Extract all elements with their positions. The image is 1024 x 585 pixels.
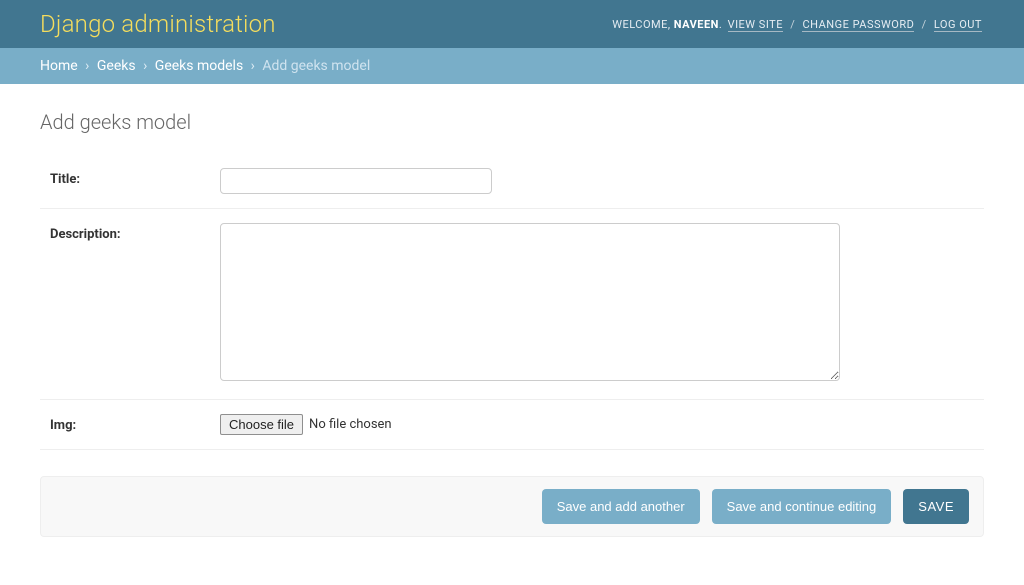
- description-field-wrap: [220, 223, 974, 385]
- branding-title: Django administration: [40, 10, 276, 38]
- add-form: Title: Description: Img: Choose file No …: [40, 154, 984, 537]
- user-links: WELCOME, NAVEEN. VIEW SITE / CHANGE PASS…: [612, 18, 984, 31]
- file-chooser: Choose file No file chosen: [220, 414, 392, 435]
- form-row-description: Description:: [40, 209, 984, 400]
- breadcrumb-sep: ›: [85, 58, 89, 74]
- form-row-img: Img: Choose file No file chosen: [40, 400, 984, 450]
- sep-slash-1: /: [787, 18, 799, 31]
- username: NAVEEN: [674, 18, 719, 31]
- breadcrumb-model[interactable]: Geeks models: [155, 58, 243, 74]
- change-password-link[interactable]: CHANGE PASSWORD: [802, 18, 914, 32]
- file-status: No file chosen: [309, 417, 392, 432]
- sep-dot: .: [719, 18, 726, 31]
- sep-slash-2: /: [918, 18, 930, 31]
- breadcrumb-app[interactable]: Geeks: [97, 58, 136, 74]
- breadcrumb: Home › Geeks › Geeks models › Add geeks …: [0, 48, 1024, 84]
- admin-header: Django administration WELCOME, NAVEEN. V…: [0, 0, 1024, 48]
- welcome-text: WELCOME,: [612, 18, 674, 31]
- title-label: Title:: [50, 168, 220, 187]
- img-field-wrap: Choose file No file chosen: [220, 414, 974, 435]
- log-out-link[interactable]: LOG OUT: [934, 18, 982, 32]
- save-button[interactable]: SAVE: [903, 489, 969, 524]
- title-input[interactable]: [220, 168, 492, 194]
- breadcrumb-sep: ›: [143, 58, 147, 74]
- save-add-another-button[interactable]: Save and add another: [542, 489, 700, 524]
- breadcrumb-current: Add geeks model: [262, 58, 370, 74]
- form-fieldset: Title: Description: Img: Choose file No …: [40, 154, 984, 450]
- save-continue-button[interactable]: Save and continue editing: [712, 489, 892, 524]
- page-title: Add geeks model: [40, 110, 984, 134]
- form-row-title: Title:: [40, 154, 984, 209]
- view-site-link[interactable]: VIEW SITE: [728, 18, 783, 32]
- breadcrumb-home[interactable]: Home: [40, 58, 78, 74]
- img-label: Img:: [50, 414, 220, 433]
- description-label: Description:: [50, 223, 220, 242]
- choose-file-button[interactable]: Choose file: [220, 414, 303, 435]
- description-textarea[interactable]: [220, 223, 840, 381]
- title-field-wrap: [220, 168, 974, 194]
- submit-row: Save and add another Save and continue e…: [40, 476, 984, 537]
- breadcrumb-sep: ›: [251, 58, 255, 74]
- content: Add geeks model Title: Description: Img:: [0, 84, 1024, 577]
